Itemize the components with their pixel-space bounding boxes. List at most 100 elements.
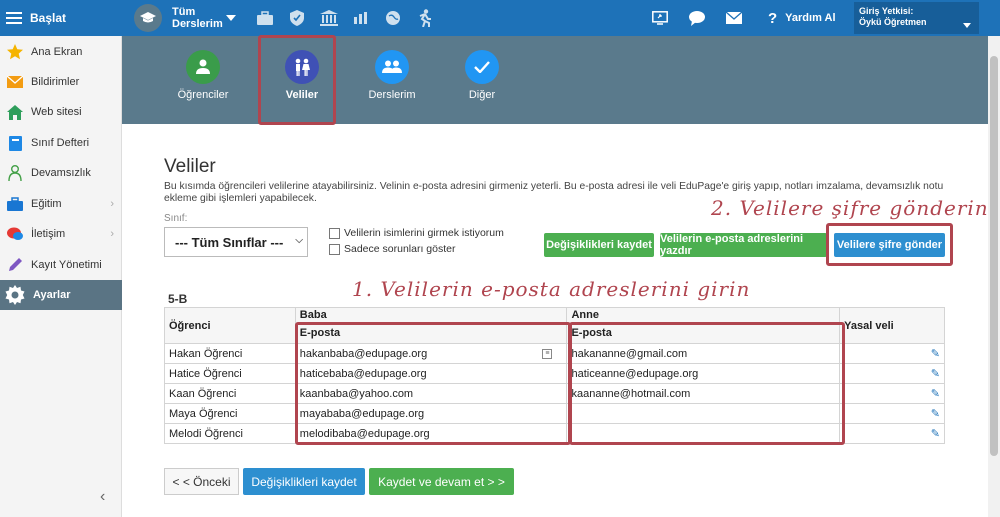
courses-avatar-icon[interactable] [134,4,162,32]
checkbox-only-problems[interactable]: Sadece sorunları göster [329,243,455,255]
briefcase-icon [7,196,23,212]
courses-label-2: Derslerim [172,18,223,30]
checkbox-parent-names[interactable]: Velilerin isimlerini girmek istiyorum [329,227,504,239]
pencil-icon[interactable]: ✎ [931,428,940,440]
login-title: Giriş Yetkisi: [859,6,914,16]
sidebar-item-home[interactable]: Ana Ekran [0,37,122,67]
login-user: Öykü Öğretmen [859,17,927,27]
highlight-parents-tab [258,35,336,125]
previous-button[interactable]: < < Önceki [164,468,239,495]
tab-label: Derslerim [368,89,416,101]
envelope-icon [7,74,23,90]
sidebar-item-label: Ana Ekran [31,46,83,58]
check-icon [465,50,499,84]
class-label: Sınıf: [164,213,188,224]
description-line-1: Bu kısımda öğrencileri velilerine atayab… [164,181,944,192]
pencil-icon[interactable]: ✎ [931,368,940,380]
envelope-icon[interactable] [725,10,743,26]
header-student: Öğrenci [164,307,296,344]
sidebar-item-education[interactable]: Eğitim › [0,189,122,219]
student-name: Hatice Öğrenci [164,363,296,384]
sidebar-item-communication[interactable]: İletişim › [0,219,122,249]
screen-share-icon[interactable] [651,9,669,27]
briefcase-icon[interactable] [256,9,274,27]
sidebar-item-label: Ayarlar [33,289,71,301]
sidebar-item-label: Web sitesi [31,106,82,118]
all-courses-dropdown[interactable]: Tüm Derslerim [172,4,223,32]
sidebar-item-label: İletişim [31,228,66,240]
sidebar-item-notifications[interactable]: Bildirimler [0,67,122,97]
student-name: Melodi Öğrenci [164,423,296,444]
start-button[interactable]: Başlat [6,0,66,36]
group-icon [375,50,409,84]
header-father: Baba [294,307,568,324]
chat-icon[interactable] [688,9,708,27]
class-select[interactable]: --- Tüm Sınıflar --- ⌵ [164,227,308,257]
person-icon [186,50,220,84]
annotation-step-1: 1. Velilerin e-posta adreslerini girin [352,277,751,301]
pencil-icon[interactable]: ✎ [931,348,940,360]
sidebar-item-website[interactable]: Web sitesi [0,97,122,127]
settings-icon-bar: Öğrenciler Veliler Derslerim Diğer [122,36,988,124]
user-switcher[interactable]: Giriş Yetkisi: Öykü Öğretmen [854,2,979,34]
table-header-row: Öğrenci Baba Anne Yasal veli [164,307,945,344]
chevron-down-icon: ⌵ [295,235,303,246]
tab-label: Öğrenciler [177,89,229,101]
sidebar-item-attendance[interactable]: Devamsızlık [0,158,122,188]
guardian-cell: ✎ [839,363,945,384]
bar-chart-icon[interactable] [352,9,370,27]
student-name: Hakan Öğrenci [164,343,296,364]
guardian-cell: ✎ [839,343,945,364]
pencil-icon[interactable]: ✎ [931,408,940,420]
person-icon [7,165,23,181]
star-icon [7,44,23,60]
pencil-icon [7,257,23,273]
running-icon[interactable] [415,8,435,28]
checkbox-box[interactable] [329,227,340,239]
chevron-right-icon: › [110,228,114,240]
chat-icon [7,226,23,242]
tab-other[interactable]: Diğer [447,36,517,101]
question-icon: ? [768,9,778,27]
sidebar-item-registration[interactable]: Kayıt Yönetimi [0,250,122,280]
header-mother: Anne [566,307,841,324]
shield-icon[interactable] [288,9,306,27]
start-label: Başlat [30,11,67,25]
sidebar-item-classbook[interactable]: Sınıf Defteri [0,128,122,158]
highlight-mother-emails [569,322,845,445]
main-content: Veliler Bu kısımda öğrencileri velilerin… [122,124,988,517]
checkbox-label: Sadece sorunları göster [344,243,456,255]
institution-icon[interactable] [319,9,339,27]
save-continue-button[interactable]: Kaydet ve devam et > > [369,468,514,495]
pencil-icon[interactable]: ✎ [931,388,940,400]
footer-save-button[interactable]: Değişiklikleri kaydet [243,468,365,495]
highlight-send-passwords [826,223,953,266]
top-bar: Başlat Tüm Derslerim ? Yardım Al Giriş Y… [0,0,1000,36]
sidebar-item-label: Eğitim [31,198,62,210]
help-button[interactable]: ? Yardım Al [768,0,836,36]
annotation-step-2: 2. Velilere şifre gönderin [711,196,989,220]
help-label: Yardım Al [785,12,836,24]
scrollbar-thumb[interactable] [990,56,998,456]
save-changes-button[interactable]: Değişiklikleri kaydet [544,233,654,257]
chevron-down-icon[interactable] [225,12,237,24]
collapse-sidebar-button[interactable]: ‹ [100,488,105,506]
checkbox-label: Velilerin isimlerini girmek istiyorum [344,227,504,239]
print-emails-button[interactable]: Velilerin e-posta adreslerini yazdır [660,233,827,257]
sidebar-item-label: Devamsızlık [31,167,91,179]
highlight-father-emails [295,322,571,445]
menu-icon [6,12,22,24]
notebook-icon [7,135,23,151]
scrollbar[interactable] [988,36,1000,517]
tab-students[interactable]: Öğrenciler [168,36,238,101]
home-icon [7,104,23,120]
gear-icon [5,285,25,305]
class-name: 5-B [168,292,188,306]
guardian-cell: ✎ [839,403,945,424]
sidebar-item-label: Sınıf Defteri [31,137,90,149]
tab-courses[interactable]: Derslerim [357,36,427,101]
globe-icon[interactable] [384,9,402,27]
sidebar-item-settings[interactable]: Ayarlar [0,280,122,310]
checkbox-box[interactable] [329,243,340,255]
courses-label-1: Tüm [172,6,196,18]
